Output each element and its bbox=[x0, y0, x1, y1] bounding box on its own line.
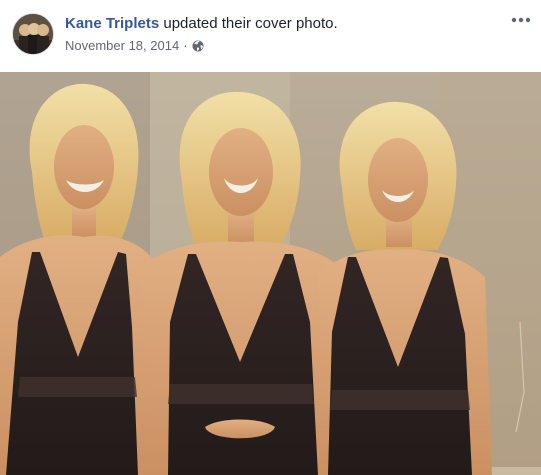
post-meta: November 18, 2014 · bbox=[65, 38, 204, 53]
post-title: Kane Triplets updated their cover photo. bbox=[65, 15, 338, 32]
cover-photo[interactable] bbox=[0, 72, 541, 475]
globe-icon[interactable] bbox=[192, 40, 204, 52]
profile-avatar[interactable] bbox=[12, 13, 54, 55]
author-link[interactable]: Kane Triplets bbox=[65, 15, 159, 32]
post-action-text: updated their cover photo. bbox=[163, 15, 338, 32]
photo-three-women-in-black-dresses bbox=[0, 72, 541, 475]
post-date[interactable]: November 18, 2014 bbox=[65, 38, 179, 53]
meta-separator: · bbox=[183, 38, 188, 53]
post-header: Kane Triplets updated their cover photo.… bbox=[0, 0, 541, 72]
avatar-image bbox=[13, 14, 53, 54]
more-options-button[interactable] bbox=[509, 10, 533, 30]
more-options-icon bbox=[511, 17, 531, 23]
